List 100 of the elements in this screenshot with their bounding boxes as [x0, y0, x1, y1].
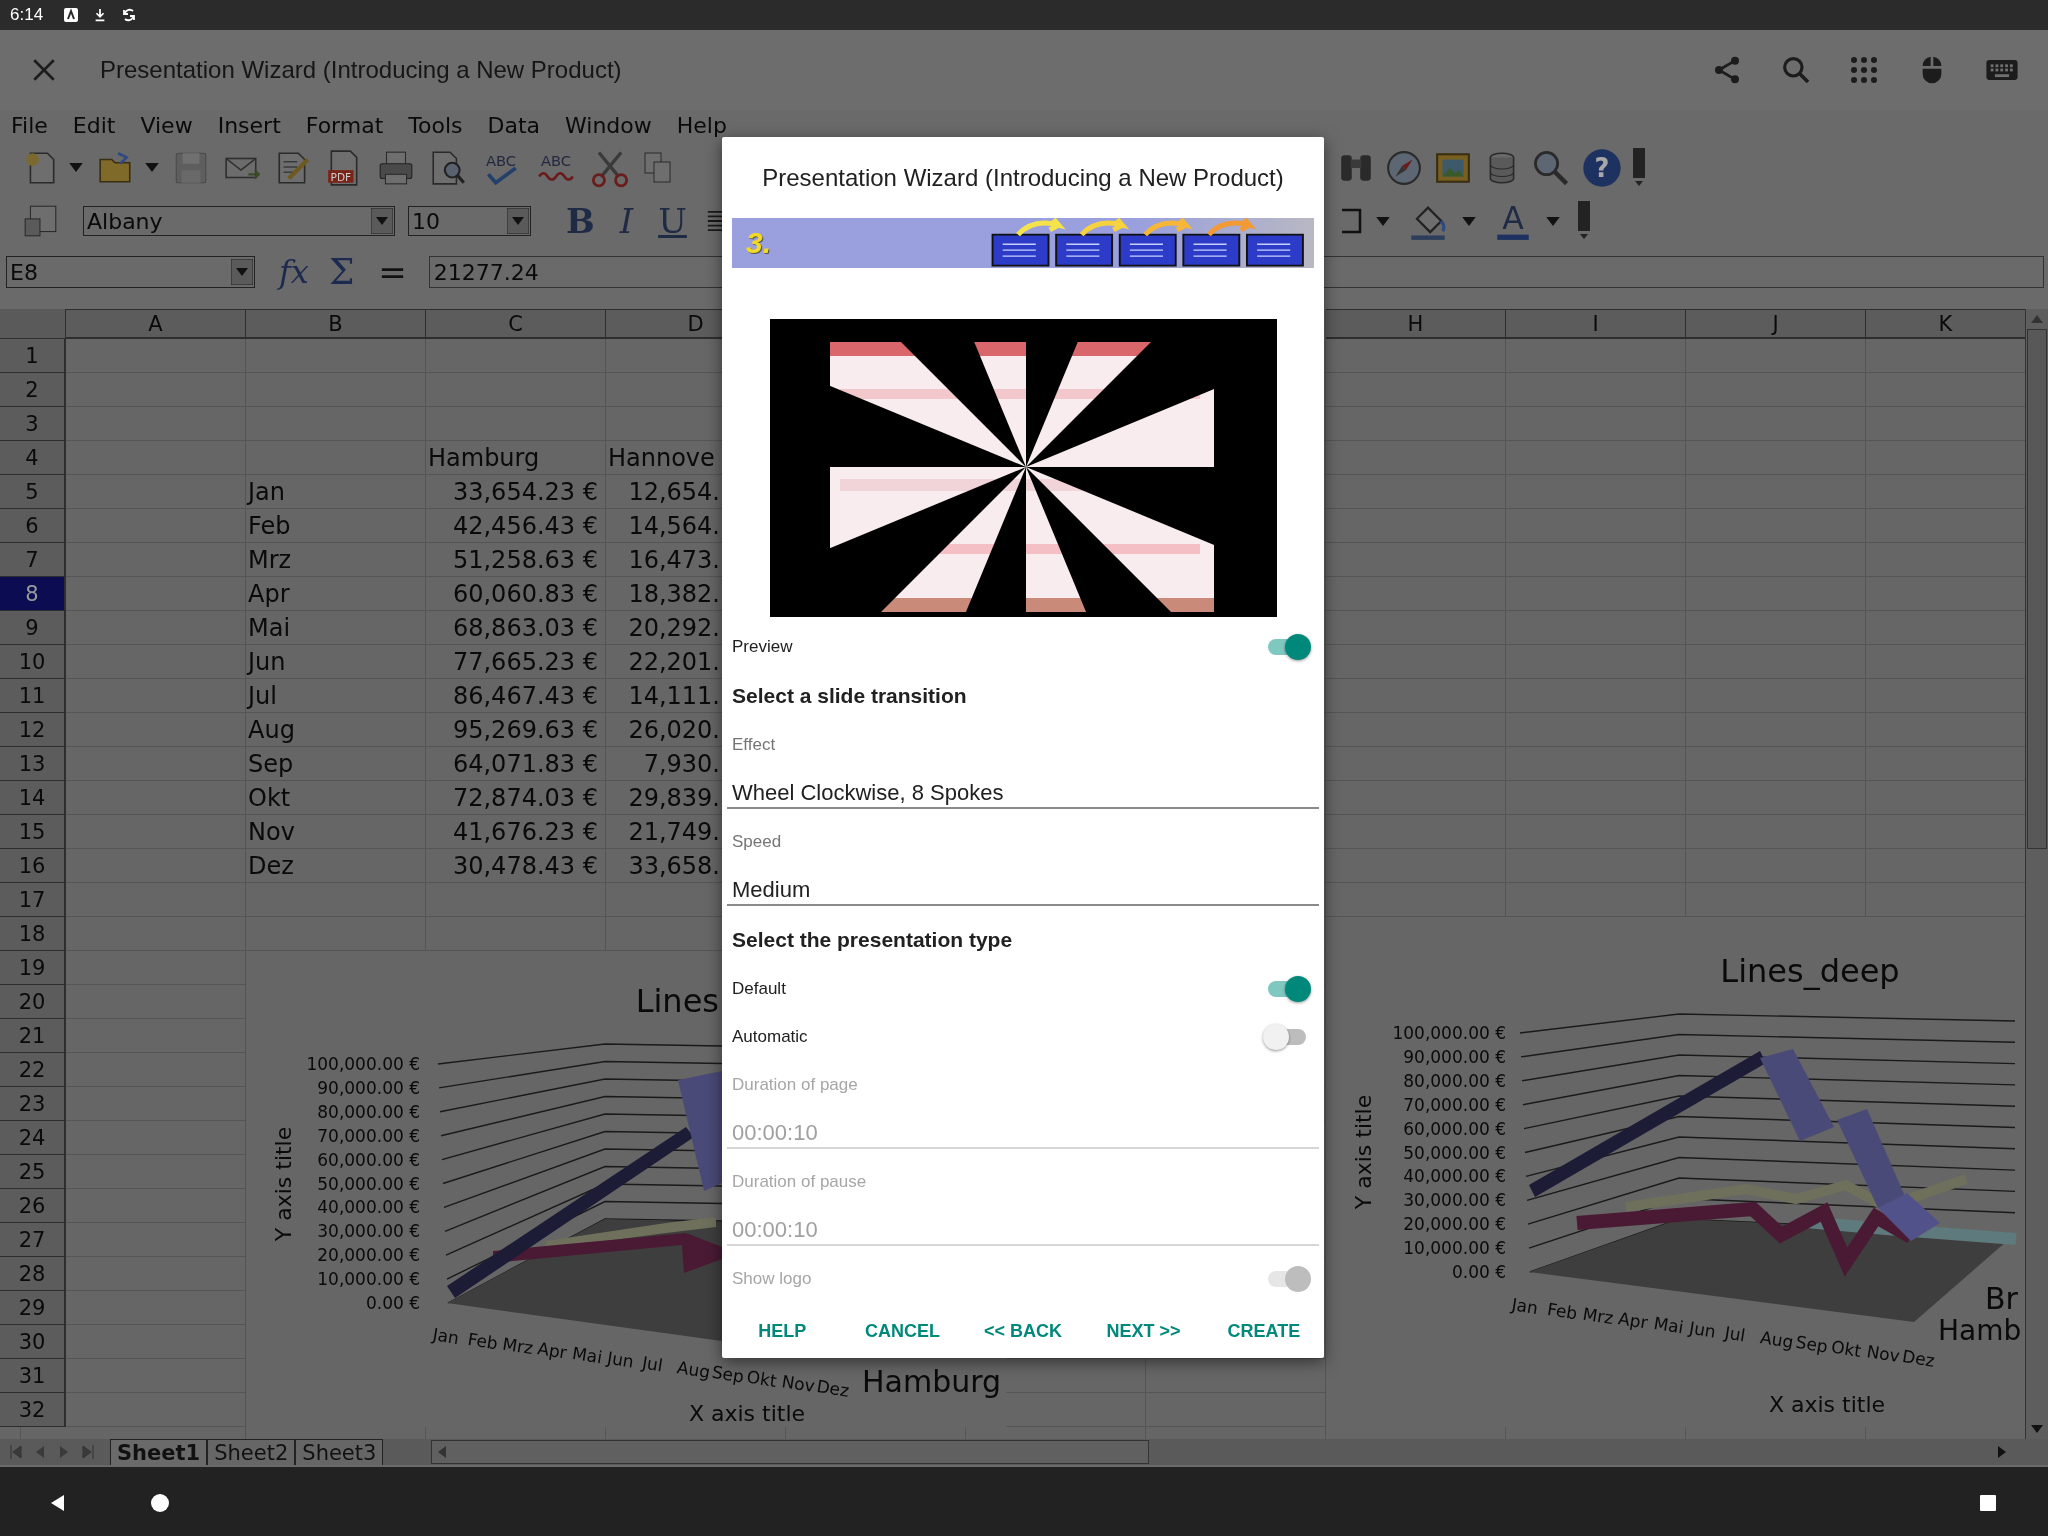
horizontal-scrollbar[interactable]: [431, 1440, 1150, 1464]
text-field[interactable]: Wheel Clockwise, 8 Spokes: [727, 779, 1319, 809]
menu-item[interactable]: Format: [305, 112, 384, 138]
row-header[interactable]: 32: [0, 1393, 66, 1427]
caret-icon[interactable]: [1546, 216, 1560, 226]
row-header[interactable]: 9: [0, 611, 66, 645]
table-cell: 21,749.: [628, 820, 720, 844]
caret-icon[interactable]: [1462, 216, 1476, 226]
select-all-corner[interactable]: [0, 309, 66, 339]
row-header[interactable]: 19: [0, 951, 66, 985]
dialog-button[interactable]: NEXT >>: [1083, 1319, 1204, 1343]
axis-label: Jun: [1687, 1317, 1718, 1342]
border-icon[interactable]: [1342, 206, 1362, 236]
caret-icon[interactable]: [69, 163, 83, 172]
text-field[interactable]: Medium: [727, 876, 1319, 906]
row-header[interactable]: 4: [0, 441, 66, 475]
sheet-tab[interactable]: Sheet3: [295, 1439, 384, 1465]
menu-item[interactable]: Data: [487, 112, 541, 138]
row-header[interactable]: 17: [0, 883, 66, 917]
column-header[interactable]: B: [246, 309, 426, 339]
row-header[interactable]: 20: [0, 985, 66, 1019]
row-header[interactable]: 18: [0, 917, 66, 951]
axis-label: 90,000.00 €: [317, 1077, 420, 1098]
row-header[interactable]: 1: [0, 339, 66, 373]
row-header[interactable]: 3: [0, 407, 66, 441]
row-header[interactable]: 28: [0, 1257, 66, 1291]
recents-icon[interactable]: [1978, 1492, 1998, 1513]
row-header[interactable]: 11: [0, 679, 66, 713]
sheet-tab[interactable]: Sheet1: [110, 1439, 208, 1465]
row-header[interactable]: 10: [0, 645, 66, 679]
column-header[interactable]: C: [426, 309, 606, 339]
apps-grid-icon[interactable]: [1849, 55, 1879, 85]
row-header[interactable]: 13: [0, 747, 66, 781]
vertical-scrollbar[interactable]: [2025, 309, 2048, 1439]
menu-item[interactable]: Insert: [217, 112, 281, 138]
row-header[interactable]: 24: [0, 1121, 66, 1155]
compass-icon[interactable]: [1385, 148, 1423, 187]
row-header[interactable]: 15: [0, 815, 66, 849]
axis-label: Jun: [605, 1347, 636, 1372]
toolbar-overflow-icon[interactable]: [1633, 147, 1645, 188]
axis-label: 100,000.00 €: [1392, 1023, 1506, 1043]
sum-button[interactable]: Σ: [328, 254, 355, 290]
formula-button[interactable]: =: [378, 255, 407, 289]
menu-item[interactable]: Help: [676, 112, 727, 138]
row-header[interactable]: 12: [0, 713, 66, 747]
dropdown-icon[interactable]: [507, 208, 529, 234]
column-header[interactable]: A: [66, 309, 246, 339]
row-header[interactable]: 6: [0, 509, 66, 543]
row-header[interactable]: 30: [0, 1325, 66, 1359]
close-icon[interactable]: [31, 57, 57, 83]
menu-item[interactable]: View: [140, 112, 193, 138]
column-header[interactable]: H: [1326, 309, 1506, 339]
column-header[interactable]: I: [1506, 309, 1686, 339]
row-header[interactable]: 8: [0, 577, 66, 611]
row-header[interactable]: 16: [0, 849, 66, 883]
scrollbar-thumb[interactable]: [2027, 329, 2047, 849]
dialog-button[interactable]: CREATE: [1203, 1319, 1325, 1343]
dropdown-icon[interactable]: [371, 208, 393, 234]
row-header[interactable]: 25: [0, 1155, 66, 1189]
print-preview-icon[interactable]: [429, 148, 467, 187]
row-header[interactable]: 29: [0, 1291, 66, 1325]
caret-icon[interactable]: [1376, 216, 1390, 226]
dialog-button[interactable]: HELP: [722, 1319, 843, 1343]
table-cell: Sep: [248, 752, 294, 776]
row-header[interactable]: 31: [0, 1359, 66, 1393]
section-heading: Select a slide transition: [731, 683, 968, 709]
search-icon[interactable]: [1780, 54, 1812, 86]
dialog-button[interactable]: << BACK: [962, 1319, 1084, 1343]
row-header[interactable]: 26: [0, 1189, 66, 1223]
toolbar-overflow-icon[interactable]: [1578, 201, 1590, 241]
row-header[interactable]: 2: [0, 373, 66, 407]
underline-button[interactable]: U: [652, 204, 693, 238]
axis-label: Jul: [1723, 1322, 1747, 1346]
menu-item[interactable]: File: [11, 112, 48, 138]
caret-icon[interactable]: [145, 163, 159, 172]
help-icon[interactable]: ?: [1581, 146, 1623, 189]
row-header[interactable]: 14: [0, 781, 66, 815]
table-cell: 16,473.: [628, 548, 720, 572]
sheet-tab[interactable]: Sheet2: [207, 1439, 296, 1465]
dropdown-icon[interactable]: [231, 259, 253, 285]
row-header[interactable]: 21: [0, 1019, 66, 1053]
dialog-button[interactable]: CANCEL: [842, 1319, 963, 1343]
column-header[interactable]: K: [1866, 309, 2025, 339]
name-box[interactable]: E8: [6, 256, 255, 288]
font-name-combo[interactable]: Albany: [83, 206, 395, 236]
italic-button[interactable]: I: [613, 204, 640, 238]
font-size-combo[interactable]: 10: [408, 206, 531, 236]
row-header[interactable]: 7: [0, 543, 66, 577]
row-header[interactable]: 27: [0, 1223, 66, 1257]
menu-item[interactable]: Window: [565, 112, 652, 138]
row-header[interactable]: 22: [0, 1053, 66, 1087]
column-header[interactable]: J: [1686, 309, 1866, 339]
function-wizard-button[interactable]: fx: [279, 256, 309, 288]
row-header[interactable]: 23: [0, 1087, 66, 1121]
bold-button[interactable]: B: [560, 204, 601, 238]
menu-item[interactable]: Edit: [72, 112, 116, 138]
home-icon[interactable]: [150, 1492, 170, 1513]
row-header[interactable]: 5: [0, 475, 66, 509]
axis-label: Nov: [1865, 1341, 1902, 1367]
menu-item[interactable]: Tools: [408, 112, 463, 138]
